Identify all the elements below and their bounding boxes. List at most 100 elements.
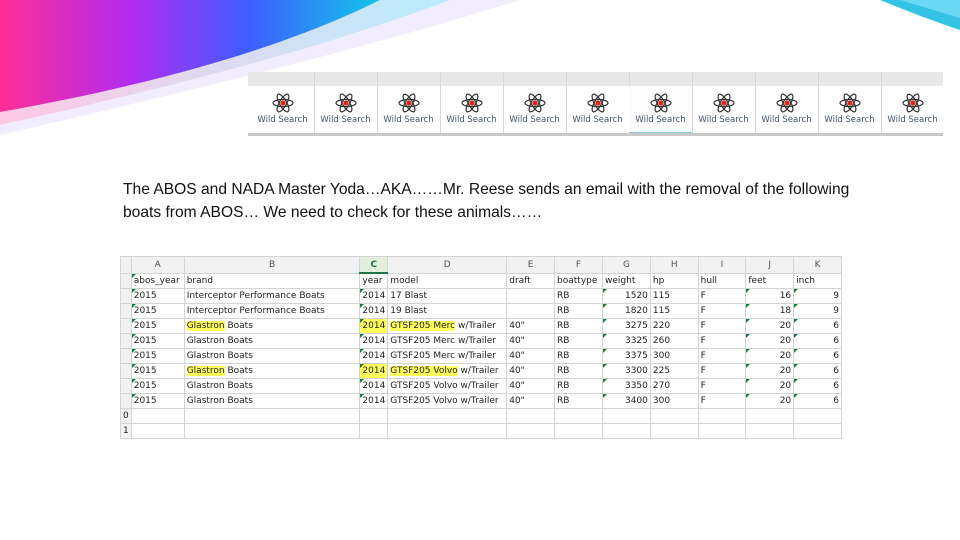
wild-search-button[interactable]: Wild Search — [503, 86, 566, 132]
header-cell-brand[interactable]: brand — [183, 272, 361, 289]
table-cell[interactable]: 2014 — [359, 393, 389, 409]
table-cell[interactable]: 2014 — [359, 303, 389, 319]
table-cell[interactable]: Glastron Boats — [183, 318, 361, 334]
table-cell[interactable]: 2015 — [130, 393, 185, 409]
table-cell[interactable]: F — [697, 363, 747, 379]
table-cell[interactable]: 270 — [649, 378, 699, 394]
table-cell[interactable] — [745, 408, 795, 424]
table-cell[interactable]: 115 — [649, 288, 699, 304]
table-cell[interactable] — [697, 408, 747, 424]
table-cell[interactable]: 40" — [506, 378, 556, 394]
wild-search-button[interactable]: Wild Search — [377, 86, 440, 132]
table-cell[interactable]: 3275 — [602, 318, 651, 334]
table-cell[interactable]: 260 — [649, 333, 699, 349]
wild-search-button[interactable]: Wild Search — [629, 86, 692, 134]
table-cell[interactable]: 9 — [793, 303, 842, 319]
row-number[interactable] — [120, 393, 132, 409]
column-letter-b[interactable]: B — [183, 256, 361, 274]
table-cell[interactable]: 3300 — [602, 363, 651, 379]
header-cell-hp[interactable]: hp — [649, 272, 699, 289]
table-cell[interactable] — [793, 423, 842, 439]
table-cell[interactable] — [554, 408, 603, 424]
table-cell[interactable]: RB — [554, 378, 603, 394]
table-cell[interactable]: 6 — [793, 363, 842, 379]
table-cell[interactable] — [506, 408, 556, 424]
table-cell[interactable]: 3325 — [602, 333, 651, 349]
table-cell[interactable] — [793, 408, 842, 424]
table-cell[interactable]: 3400 — [602, 393, 651, 409]
wild-search-button[interactable]: Wild Search — [755, 86, 818, 132]
table-cell[interactable]: 20 — [745, 393, 795, 409]
row-number[interactable] — [120, 272, 132, 289]
table-cell[interactable]: 6 — [793, 378, 842, 394]
table-cell[interactable]: 40" — [506, 348, 556, 364]
table-cell[interactable]: GTSF205 Volvo w/Trailer — [387, 378, 508, 394]
table-cell[interactable]: RB — [554, 303, 603, 319]
table-cell[interactable] — [554, 423, 603, 439]
table-cell[interactable]: 6 — [793, 333, 842, 349]
table-cell[interactable]: 20 — [745, 348, 795, 364]
table-cell[interactable]: RB — [554, 288, 603, 304]
wild-search-button[interactable]: Wild Search — [881, 86, 944, 132]
wild-search-button[interactable]: Wild Search — [692, 86, 755, 132]
header-cell-draft[interactable]: draft — [506, 272, 556, 289]
table-cell[interactable]: 6 — [793, 393, 842, 409]
wild-search-button[interactable]: Wild Search — [440, 86, 503, 132]
column-letter-k[interactable]: K — [793, 256, 842, 274]
row-number[interactable] — [120, 303, 132, 319]
table-cell[interactable]: F — [697, 378, 747, 394]
table-cell[interactable]: 20 — [745, 318, 795, 334]
row-number[interactable]: 1 — [120, 423, 132, 439]
row-number[interactable] — [120, 333, 132, 349]
table-cell[interactable]: 2015 — [130, 303, 185, 319]
table-cell[interactable] — [649, 408, 699, 424]
wild-search-button[interactable]: Wild Search — [314, 86, 377, 132]
table-cell[interactable]: RB — [554, 348, 603, 364]
column-letter-f[interactable]: F — [554, 256, 603, 274]
table-cell[interactable]: 2014 — [359, 333, 389, 349]
table-cell[interactable]: 20 — [745, 333, 795, 349]
table-cell[interactable]: 40" — [506, 363, 556, 379]
row-number[interactable] — [120, 318, 132, 334]
table-cell[interactable]: F — [697, 348, 747, 364]
wild-search-button[interactable]: Wild Search — [566, 86, 629, 132]
table-cell[interactable]: 20 — [745, 363, 795, 379]
table-cell[interactable]: 3350 — [602, 378, 651, 394]
table-cell[interactable] — [359, 408, 389, 424]
column-letter-d[interactable]: D — [387, 256, 508, 274]
header-cell-model[interactable]: model — [387, 272, 508, 289]
column-letter-i[interactable]: I — [697, 256, 747, 274]
table-cell[interactable]: Interceptor Performance Boats — [183, 303, 361, 319]
table-cell[interactable]: F — [697, 303, 747, 319]
column-letter-h[interactable]: H — [649, 256, 699, 274]
table-cell[interactable]: GTSF205 Merc w/Trailer — [387, 333, 508, 349]
table-cell[interactable]: Glastron Boats — [183, 348, 361, 364]
table-cell[interactable]: 1820 — [602, 303, 651, 319]
table-cell[interactable]: Interceptor Performance Boats — [183, 288, 361, 304]
table-cell[interactable] — [359, 423, 389, 439]
table-cell[interactable]: 2015 — [130, 333, 185, 349]
row-number[interactable] — [120, 288, 132, 304]
table-cell[interactable]: 40" — [506, 333, 556, 349]
table-cell[interactable]: 16 — [745, 288, 795, 304]
table-cell[interactable]: Glastron Boats — [183, 378, 361, 394]
table-cell[interactable]: RB — [554, 363, 603, 379]
table-cell[interactable]: GTSF205 Volvo w/Trailer — [387, 393, 508, 409]
column-letter-g[interactable]: G — [602, 256, 651, 274]
table-cell[interactable]: GTSF205 Merc w/Trailer — [387, 318, 508, 334]
table-cell[interactable]: Glastron Boats — [183, 363, 361, 379]
header-cell-hull[interactable]: hull — [697, 272, 747, 289]
table-cell[interactable]: 115 — [649, 303, 699, 319]
table-cell[interactable] — [506, 288, 556, 304]
header-cell-abos-year[interactable]: abos_year — [130, 272, 185, 289]
table-cell[interactable]: 2014 — [359, 288, 389, 304]
table-cell[interactable]: F — [697, 288, 747, 304]
table-cell[interactable]: 2014 — [359, 318, 389, 334]
table-cell[interactable] — [649, 423, 699, 439]
column-letter-c[interactable]: C — [359, 256, 389, 274]
table-cell[interactable] — [130, 423, 185, 439]
table-cell[interactable]: Glastron Boats — [183, 333, 361, 349]
table-cell[interactable]: RB — [554, 318, 603, 334]
table-cell[interactable]: GTSF205 Volvo w/Trailer — [387, 363, 508, 379]
table-cell[interactable]: F — [697, 318, 747, 334]
